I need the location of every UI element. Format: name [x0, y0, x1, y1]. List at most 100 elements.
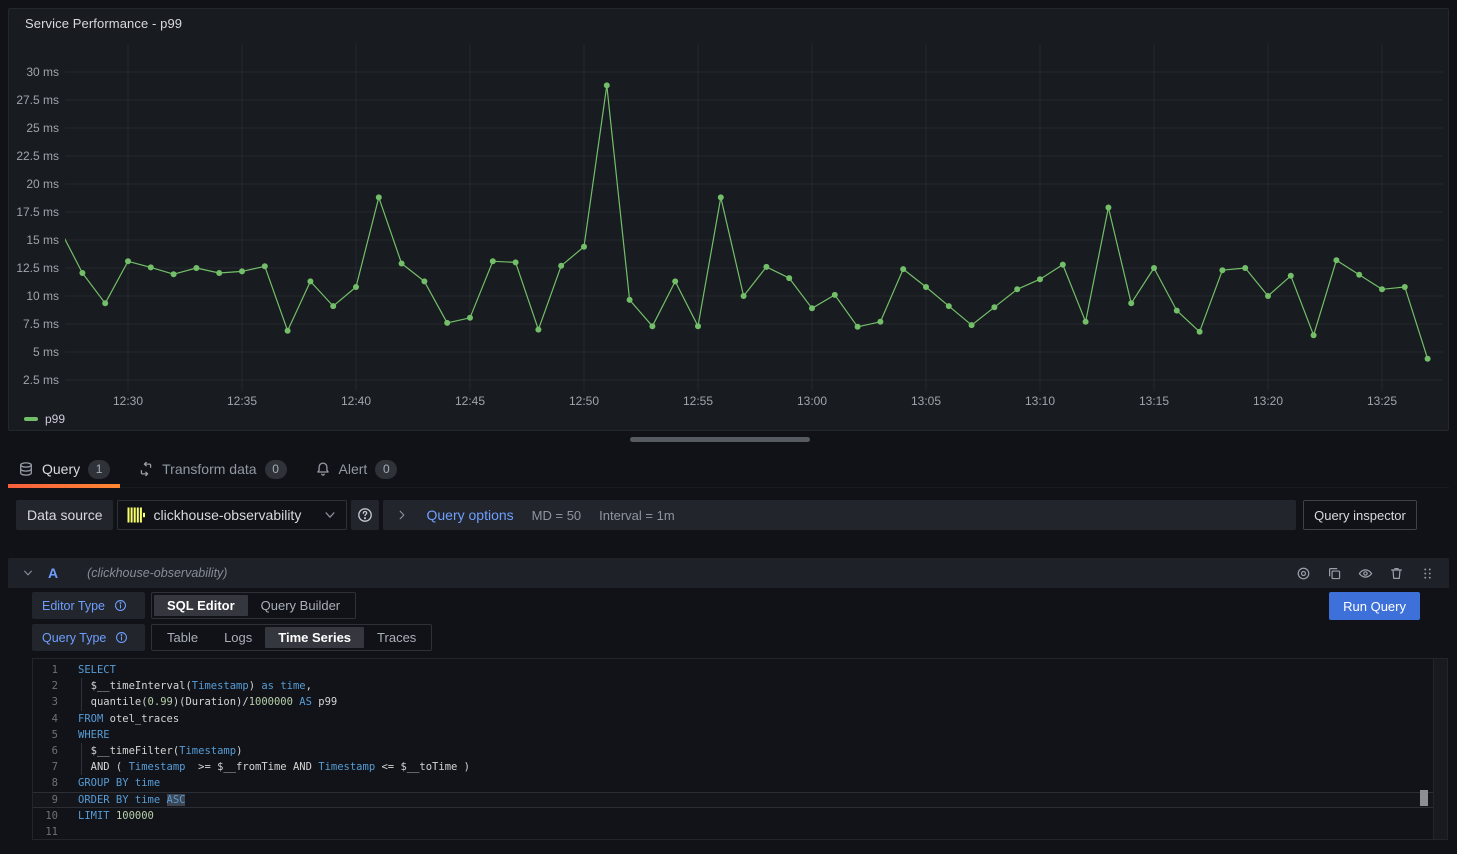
svg-text:13:20: 13:20: [1253, 394, 1283, 408]
code-text: $__timeFilter(Timestamp): [78, 743, 242, 759]
info-circle-icon[interactable]: [114, 599, 127, 612]
query-type-option-table[interactable]: Table: [154, 627, 211, 648]
sql-line-10: 10 LIMIT 100000: [33, 808, 1447, 824]
sql-line-7: 7 AND ( Timestamp >= $__fromTime AND Tim…: [33, 759, 1447, 775]
sql-line-1: 1SELECT: [33, 662, 1447, 678]
editor-type-label: Editor Type: [32, 592, 145, 619]
info-circle-icon[interactable]: [115, 631, 128, 644]
svg-text:13:25: 13:25: [1367, 394, 1397, 408]
svg-text:30 ms: 30 ms: [26, 65, 59, 79]
query-inspector-button[interactable]: Query inspector: [1303, 500, 1417, 530]
line-number: 5: [33, 727, 58, 743]
clickhouse-logo-icon: [127, 507, 145, 523]
line-number: 3: [33, 694, 58, 710]
datasource-value: clickhouse-observability: [153, 507, 301, 523]
panel-resize-handle[interactable]: [630, 437, 810, 442]
query-header-actions: [1296, 566, 1435, 581]
svg-text:13:00: 13:00: [797, 394, 827, 408]
collapse-caret-icon[interactable]: [22, 567, 34, 579]
bell-icon: [315, 461, 331, 477]
code-text: $__timeInterval(Timestamp) as time,: [78, 678, 312, 694]
line-number: 9: [33, 792, 58, 808]
query-options-toggle[interactable]: Query options: [426, 507, 513, 523]
svg-text:12:55: 12:55: [683, 394, 713, 408]
tab-alert[interactable]: Alert0: [305, 451, 408, 487]
code-text: LIMIT 100000: [78, 808, 154, 824]
datasource-help-button[interactable]: [351, 500, 379, 530]
trash-icon[interactable]: [1389, 566, 1404, 581]
copy-icon[interactable]: [1327, 566, 1342, 581]
svg-text:12:50: 12:50: [569, 394, 599, 408]
tab-count-badge: 1: [88, 460, 110, 479]
line-number: 4: [33, 711, 58, 727]
svg-text:12.5 ms: 12.5 ms: [16, 261, 59, 275]
query-type-label: Query Type: [32, 624, 145, 651]
tab-bar-wrap: Query 1 Transform data0Alert0: [8, 451, 1449, 488]
query-editor-card: A (clickhouse-observability) Editor Type…: [8, 558, 1449, 847]
timeseries-svg[interactable]: 2.5 ms 5 ms 7.5 ms 10 ms 12.5 ms 15 ms 17.5 ms…: [9, 39, 1448, 411]
code-text: quantile(0.99)(Duration)/1000000 AS p99: [78, 694, 337, 710]
query-type-option-time-series[interactable]: Time Series: [265, 627, 364, 648]
legend-item-p99[interactable]: p99: [24, 412, 65, 426]
tab-label: Query: [42, 461, 80, 477]
timeseries-panel: Service Performance - p99 2.5 ms 5 ms 7.5 …: [8, 8, 1449, 431]
datasource-picker[interactable]: clickhouse-observability: [117, 500, 347, 530]
interval-value: Interval = 1m: [599, 508, 675, 523]
svg-text:27.5 ms: 27.5 ms: [16, 93, 59, 107]
tab-bar: Query 1 Transform data0Alert0: [8, 451, 1449, 487]
line-number: 11: [33, 824, 58, 840]
database-icon: [18, 461, 34, 477]
tab-label: Alert: [339, 461, 368, 477]
sql-line-5: 5WHERE: [33, 727, 1447, 743]
editor-type-option-query-builder[interactable]: Query Builder: [248, 595, 353, 616]
editor-scrollbar[interactable]: [1433, 659, 1447, 839]
indent-guide: [81, 694, 82, 710]
run-query-button[interactable]: Run Query: [1329, 592, 1420, 620]
query-type-option-traces[interactable]: Traces: [364, 627, 429, 648]
svg-text:2.5 ms: 2.5 ms: [23, 373, 59, 387]
code-text: AND ( Timestamp >= $__fromTime AND Times…: [78, 759, 470, 775]
sql-code-editor[interactable]: 1SELECT2 $__timeInterval(Timestamp) as t…: [32, 658, 1448, 840]
drag-icon[interactable]: [1420, 566, 1435, 581]
sql-line-3: 3 quantile(0.99)(Duration)/1000000 AS p9…: [33, 694, 1447, 710]
line-number: 7: [33, 759, 58, 775]
svg-text:13:15: 13:15: [1139, 394, 1169, 408]
max-data-points-value: MD = 50: [532, 508, 582, 523]
tab-transform-data[interactable]: Transform data0: [128, 451, 296, 487]
query-type-group: TableLogsTime SeriesTraces: [151, 624, 432, 651]
active-tab-indicator: [8, 484, 120, 488]
eye-icon[interactable]: [1358, 566, 1373, 581]
code-text: GROUP BY time: [78, 775, 160, 791]
line-number: 8: [33, 775, 58, 791]
svg-text:12:30: 12:30: [113, 394, 143, 408]
editor-type-label-text: Editor Type: [42, 599, 105, 613]
svg-text:20 ms: 20 ms: [26, 177, 59, 191]
query-type-option-logs[interactable]: Logs: [211, 627, 265, 648]
svg-text:15 ms: 15 ms: [26, 233, 59, 247]
line-number: 2: [33, 678, 58, 694]
sql-line-11: 11: [33, 824, 1447, 840]
svg-text:12:40: 12:40: [341, 394, 371, 408]
query-type-label-text: Query Type: [42, 631, 106, 645]
svg-text:13:10: 13:10: [1025, 394, 1055, 408]
query-ref-id[interactable]: A: [48, 565, 58, 581]
query-datasource-hint: (clickhouse-observability): [87, 566, 227, 580]
svg-text:7.5 ms: 7.5 ms: [23, 317, 59, 331]
indent-guide: [81, 743, 82, 759]
line-number: 6: [33, 743, 58, 759]
line-number: 10: [33, 808, 58, 824]
panel-title[interactable]: Service Performance - p99: [9, 9, 1448, 31]
query-options-strip: Query options MD = 50 Interval = 1m: [383, 500, 1296, 530]
timeseries-chart[interactable]: 2.5 ms 5 ms 7.5 ms 10 ms 12.5 ms 15 ms 17.5 ms…: [9, 39, 1448, 411]
editor-cursor-marker: [1420, 790, 1428, 806]
svg-text:10 ms: 10 ms: [26, 289, 59, 303]
tab-query[interactable]: Query 1: [8, 451, 120, 487]
query-row-header[interactable]: A (clickhouse-observability): [8, 558, 1449, 588]
editor-type-option-sql-editor[interactable]: SQL Editor: [154, 595, 248, 616]
svg-text:25 ms: 25 ms: [26, 121, 59, 135]
svg-text:5 ms: 5 ms: [33, 345, 59, 359]
svg-text:17.5 ms: 17.5 ms: [16, 205, 59, 219]
sql-line-9: 9ORDER BY time ASC: [33, 792, 1447, 808]
transform-icon: [138, 461, 154, 477]
disable-icon[interactable]: [1296, 566, 1311, 581]
